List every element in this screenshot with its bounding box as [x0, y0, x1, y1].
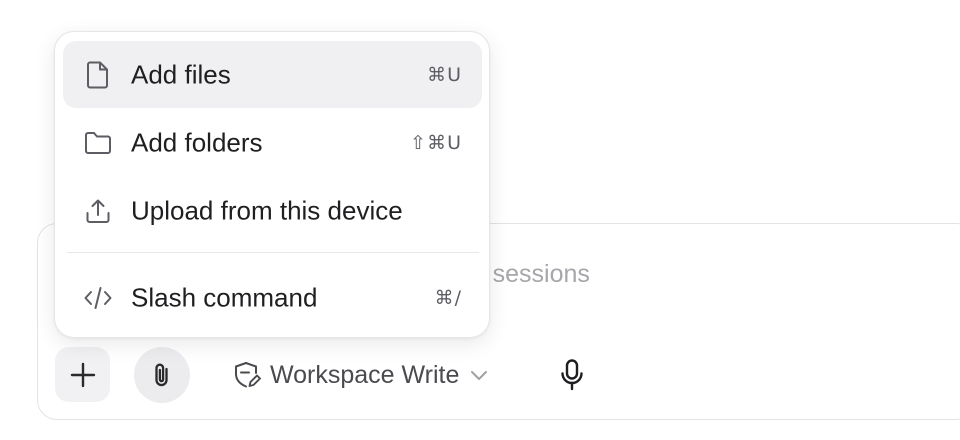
permission-mode-label: Workspace Write — [270, 360, 460, 389]
attach-button[interactable] — [134, 347, 190, 403]
menu-item-shortcut: ⌘/ — [434, 286, 462, 309]
paperclip-icon — [149, 361, 175, 389]
file-icon — [83, 60, 113, 90]
add-button[interactable] — [55, 347, 110, 402]
menu-item-upload[interactable]: Upload from this device — [63, 177, 482, 244]
chevron-down-icon — [467, 363, 491, 387]
menu-item-shortcut: ⌘U — [427, 63, 462, 86]
folder-icon — [83, 128, 113, 158]
plus-icon — [70, 362, 96, 388]
menu-item-slash-command[interactable]: Slash command ⌘/ — [63, 264, 482, 331]
microphone-icon — [558, 358, 586, 392]
menu-item-label: Add folders — [131, 127, 263, 157]
menu-divider — [67, 252, 479, 253]
menu-item-add-folders[interactable]: Add folders ⇧⌘U — [63, 109, 482, 176]
upload-icon — [83, 196, 113, 226]
menu-item-label: Upload from this device — [131, 195, 403, 225]
menu-item-shortcut: ⇧⌘U — [410, 131, 462, 154]
permission-mode-dropdown[interactable]: Workspace Write — [228, 354, 495, 396]
menu-item-label: Add files — [131, 59, 231, 89]
menu-item-add-files[interactable]: Add files ⌘U — [63, 41, 482, 108]
shield-edit-icon — [232, 360, 262, 390]
code-icon — [83, 283, 113, 313]
voice-input-button[interactable] — [550, 353, 594, 397]
page: Workspace Write — [0, 0, 960, 440]
menu-item-label: Slash command — [131, 282, 318, 312]
add-context-menu: Add files ⌘U Add folders ⇧⌘U Upload from… — [54, 31, 490, 338]
